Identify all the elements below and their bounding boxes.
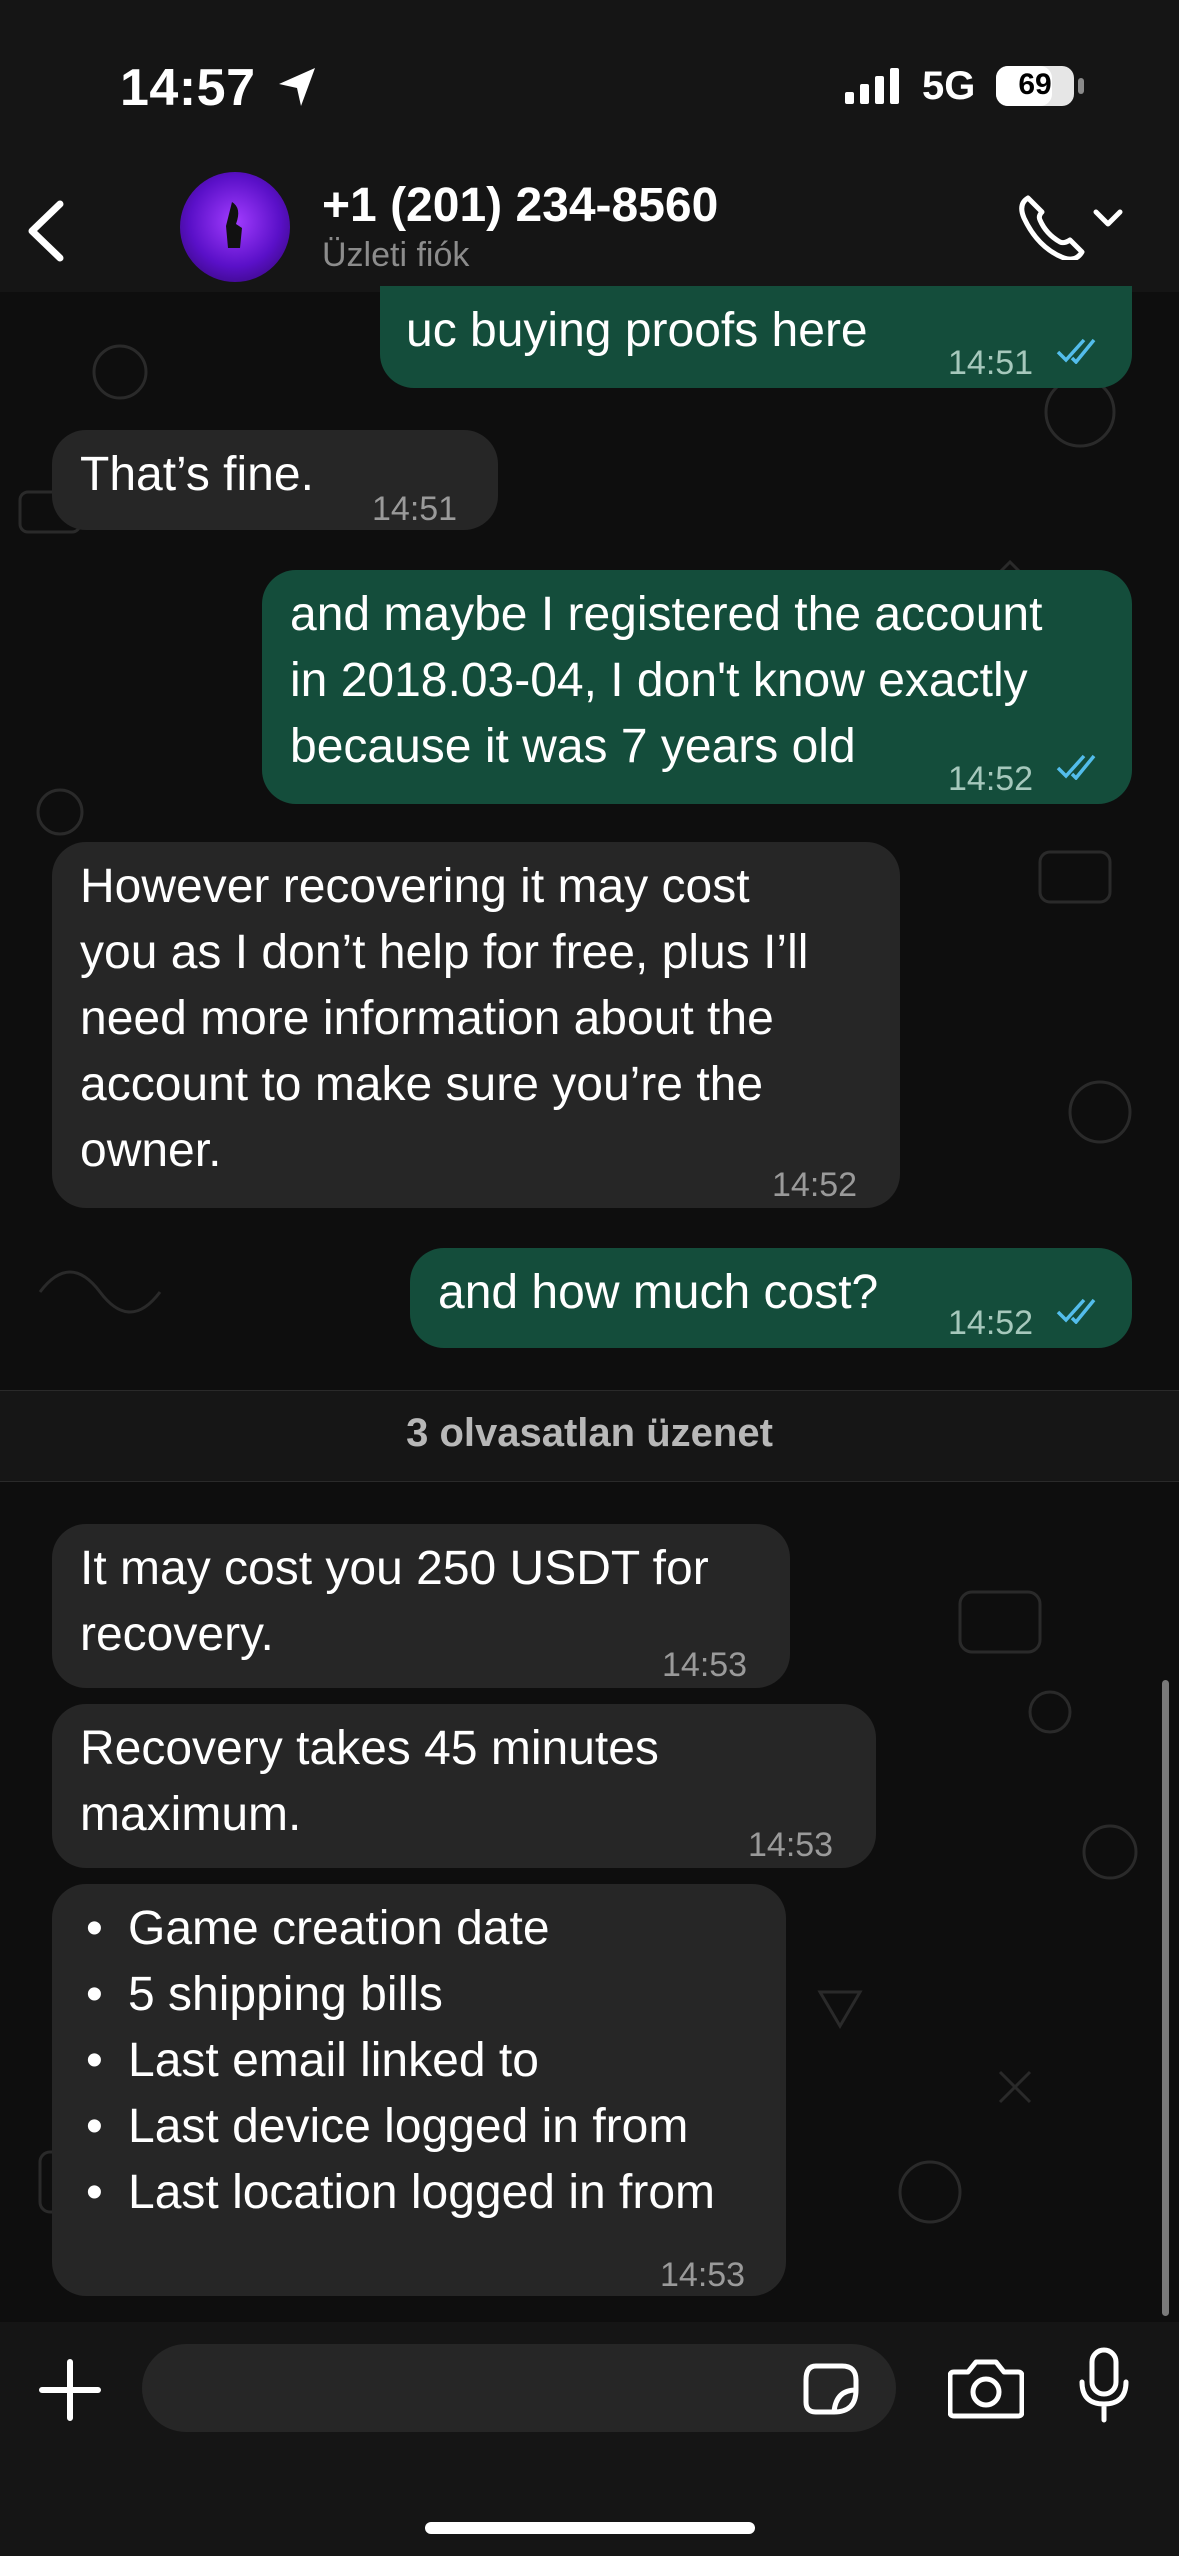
list-item: 5 shipping bills: [80, 1962, 715, 2028]
message-outgoing[interactable]: and maybe I registered the account in 20…: [262, 570, 1132, 804]
message-text: It may cost you 250 USDT for recovery.: [80, 1542, 709, 1661]
plus-icon[interactable]: [38, 2358, 102, 2422]
chat-header: [0, 0, 1179, 292]
unread-divider: 3 olvasatlan üzenet: [0, 1390, 1179, 1482]
message-time: 14:52: [772, 1166, 858, 1204]
unread-divider-label: 3 olvasatlan üzenet: [406, 1411, 773, 1455]
contact-name[interactable]: +1 (201) 234-8560: [322, 178, 718, 233]
battery-cap: [1078, 78, 1084, 94]
avatar-figure-icon: [226, 202, 242, 248]
list-item: Last location logged in from: [80, 2160, 715, 2226]
read-ticks-icon: [1056, 1298, 1096, 1324]
message-incoming[interactable]: That’s fine. 14:51: [52, 430, 498, 530]
list-item: Game creation date: [80, 1896, 715, 1962]
message-outgoing[interactable]: and how much cost? 14:52: [410, 1248, 1132, 1348]
network-type: 5G: [922, 64, 976, 108]
list-item: Last email linked to: [80, 2028, 715, 2094]
home-indicator: [425, 2522, 755, 2534]
message-time: 14:51: [948, 344, 1034, 382]
message-text: That’s fine.: [80, 448, 314, 501]
message-incoming[interactable]: It may cost you 250 USDT for recovery. 1…: [52, 1524, 790, 1688]
message-input[interactable]: [142, 2344, 896, 2432]
status-time: 14:57: [120, 59, 256, 117]
account-type-subtitle: Üzleti fiók: [322, 236, 470, 274]
message-text: Recovery takes 45 minutes maximum.: [80, 1722, 659, 1841]
message-incoming[interactable]: Recovery takes 45 minutes maximum. 14:53: [52, 1704, 876, 1868]
microphone-icon[interactable]: [1076, 2346, 1132, 2426]
message-composer: [0, 2322, 1179, 2556]
battery-level: 69: [1018, 68, 1052, 101]
requirements-list: Game creation date 5 shipping bills Last…: [80, 1896, 715, 2226]
message-text: However recovering it may cost you as I …: [80, 860, 809, 1177]
location-arrow-icon: [279, 68, 315, 106]
message-time: 14:53: [662, 1646, 748, 1684]
read-ticks-icon: [1056, 754, 1096, 780]
avatar[interactable]: [180, 172, 290, 282]
message-incoming-list[interactable]: Game creation date 5 shipping bills Last…: [52, 1884, 786, 2296]
camera-icon[interactable]: [948, 2354, 1024, 2420]
scrollbar-thumb[interactable]: [1162, 1680, 1169, 2316]
message-time: 14:51: [372, 490, 458, 528]
message-time: 14:53: [748, 1826, 834, 1864]
message-text: and maybe I registered the account in 20…: [290, 588, 1043, 773]
list-item: Last device logged in from: [80, 2094, 715, 2160]
message-time: 14:53: [660, 2256, 746, 2294]
battery-icon: 69: [996, 66, 1074, 106]
message-text: uc buying proofs here: [406, 304, 868, 357]
message-text: and how much cost?: [438, 1266, 879, 1319]
sticker-icon[interactable]: [802, 2362, 862, 2418]
call-phone-icon[interactable]: [1016, 190, 1126, 260]
back-chevron-icon[interactable]: [20, 196, 70, 266]
signal-icon: [845, 68, 899, 104]
message-time: 14:52: [948, 1304, 1034, 1342]
message-time: 14:52: [948, 760, 1034, 798]
message-outgoing[interactable]: uc buying proofs here 14:51: [380, 286, 1132, 388]
message-incoming[interactable]: However recovering it may cost you as I …: [52, 842, 900, 1208]
read-ticks-icon: [1056, 338, 1096, 364]
